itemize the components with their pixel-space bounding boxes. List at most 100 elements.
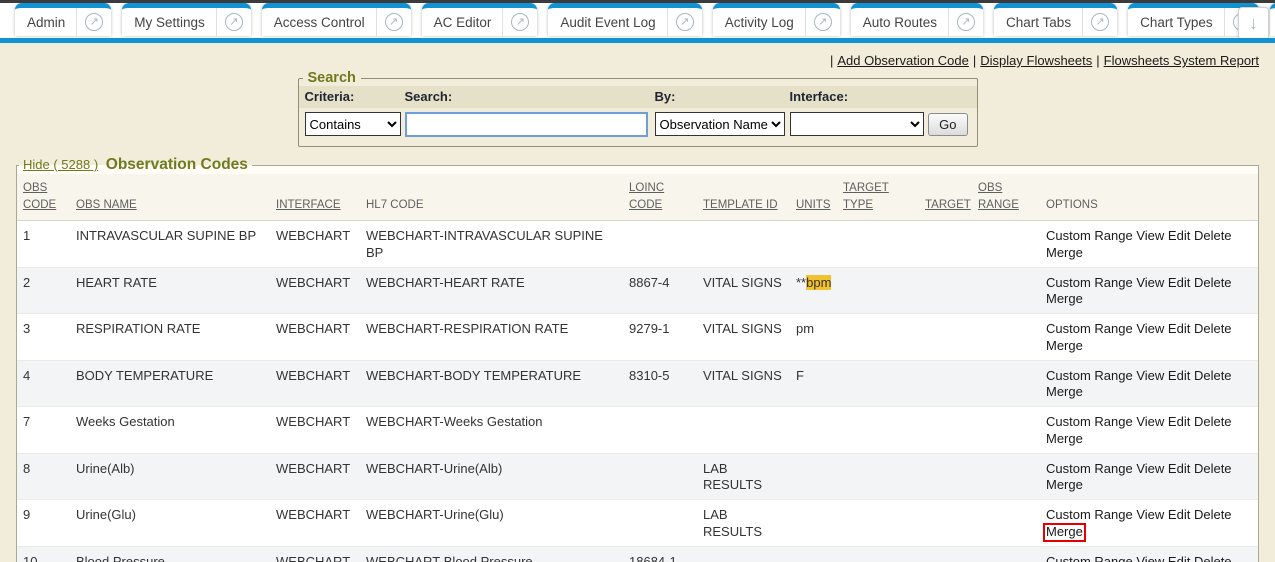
option-merge[interactable]: Merge bbox=[1046, 384, 1083, 399]
tab-activity-log[interactable]: Activity Log↗ bbox=[713, 3, 840, 36]
tab-my-settings[interactable]: My Settings↗ bbox=[122, 3, 251, 36]
external-link-icon[interactable]: ↗ bbox=[385, 13, 403, 31]
option-delete[interactable]: Delete bbox=[1194, 507, 1232, 522]
option-edit[interactable]: Edit bbox=[1168, 414, 1190, 429]
cell-target-type bbox=[837, 314, 919, 361]
observation-codes-legend: Hide ( 5288 ) Observation Codes bbox=[19, 156, 252, 174]
option-edit[interactable]: Edit bbox=[1168, 228, 1190, 243]
option-edit[interactable]: Edit bbox=[1168, 507, 1190, 522]
by-select[interactable]: Observation Name bbox=[655, 112, 785, 136]
link-separator: | bbox=[830, 53, 833, 68]
option-custom-range[interactable]: Custom Range bbox=[1046, 275, 1133, 290]
sort-link[interactable]: OBS NAME bbox=[76, 199, 137, 211]
interface-select[interactable] bbox=[790, 112, 924, 136]
cell-loinc-code: 9279-1 bbox=[623, 314, 697, 361]
cell-target-type bbox=[837, 453, 919, 500]
external-link-icon[interactable]: ↗ bbox=[85, 13, 103, 31]
option-merge[interactable]: Merge bbox=[1046, 338, 1083, 353]
cell-interface: WEBCHART bbox=[270, 221, 360, 268]
option-edit[interactable]: Edit bbox=[1168, 554, 1190, 562]
tab-audit-event-log[interactable]: Audit Event Log ↗ bbox=[548, 3, 701, 36]
tab-chart-tabs[interactable]: Chart Tabs ↗ bbox=[994, 3, 1117, 36]
external-link-icon[interactable]: ↗ bbox=[676, 13, 694, 31]
link-display-flowsheets[interactable]: Display Flowsheets bbox=[980, 53, 1092, 68]
cell-obs-name: INTRAVASCULAR SUPINE BP bbox=[70, 221, 270, 268]
search-highlight: bpm bbox=[806, 275, 831, 290]
option-delete[interactable]: Delete bbox=[1194, 368, 1232, 383]
search-input[interactable] bbox=[405, 112, 648, 137]
cell-units: pm bbox=[790, 314, 837, 361]
option-delete[interactable]: Delete bbox=[1194, 554, 1232, 562]
option-merge[interactable]: Merge bbox=[1046, 431, 1083, 446]
option-custom-range[interactable]: Custom Range bbox=[1046, 461, 1133, 476]
option-custom-range[interactable]: Custom Range bbox=[1046, 321, 1133, 336]
option-custom-range[interactable]: Custom Range bbox=[1046, 507, 1133, 522]
tab-overflow-down-arrow-icon[interactable]: ↓ bbox=[1238, 7, 1269, 38]
tab-colors[interactable]: Colors↗ bbox=[1270, 3, 1275, 36]
cell-options: Custom Range View Edit Delete Merge bbox=[1040, 267, 1258, 314]
cell-template-id bbox=[697, 221, 790, 268]
option-delete[interactable]: Delete bbox=[1194, 275, 1232, 290]
criteria-select[interactable]: Contains bbox=[305, 112, 401, 136]
column-header-obs-range: OBSRANGE bbox=[972, 174, 1040, 221]
option-view[interactable]: View bbox=[1136, 368, 1164, 383]
external-link-icon[interactable]: ↗ bbox=[511, 13, 529, 31]
tab-list: Admin↗ My Settings↗ Access Control↗ AC Edit… bbox=[0, 3, 1275, 38]
cell-obs-name: Urine(Alb) bbox=[70, 453, 270, 500]
option-view[interactable]: View bbox=[1136, 414, 1164, 429]
tab-ac-editor[interactable]: AC Editor ↗ bbox=[422, 3, 538, 36]
tab-label: AC Editor bbox=[434, 15, 492, 30]
tab-label: Chart Tabs bbox=[1006, 15, 1071, 30]
external-link-icon[interactable]: ↗ bbox=[814, 13, 832, 31]
link-flowsheets-system-report[interactable]: Flowsheets System Report bbox=[1104, 53, 1259, 68]
cell-obs-name: BODY TEMPERATURE bbox=[70, 360, 270, 407]
sort-link[interactable]: TEMPLATE ID bbox=[703, 199, 778, 211]
cell-obs-code: 7 bbox=[17, 407, 70, 454]
option-merge-highlighted[interactable]: Merge bbox=[1043, 523, 1086, 542]
option-delete[interactable]: Delete bbox=[1194, 321, 1232, 336]
option-custom-range[interactable]: Custom Range bbox=[1046, 368, 1133, 383]
option-edit[interactable]: Edit bbox=[1168, 368, 1190, 383]
tab-access-control[interactable]: Access Control↗ bbox=[262, 3, 411, 36]
external-link-icon[interactable]: ↗ bbox=[957, 13, 975, 31]
option-view[interactable]: View bbox=[1136, 554, 1164, 562]
cell-interface: WEBCHART bbox=[270, 407, 360, 454]
go-button[interactable]: Go bbox=[928, 113, 967, 136]
option-edit[interactable]: Edit bbox=[1168, 461, 1190, 476]
option-edit[interactable]: Edit bbox=[1168, 275, 1190, 290]
criteria-label: Criteria: bbox=[299, 86, 399, 108]
cell-target bbox=[919, 360, 972, 407]
option-view[interactable]: View bbox=[1136, 228, 1164, 243]
option-view[interactable]: View bbox=[1136, 507, 1164, 522]
sort-link[interactable]: UNITS bbox=[796, 199, 831, 211]
option-delete[interactable]: Delete bbox=[1194, 414, 1232, 429]
option-custom-range[interactable]: Custom Range bbox=[1046, 414, 1133, 429]
sort-link[interactable]: LOINCCODE bbox=[629, 182, 664, 211]
sort-link[interactable]: OBSCODE bbox=[23, 182, 56, 211]
option-delete[interactable]: Delete bbox=[1194, 228, 1232, 243]
option-custom-range[interactable]: Custom Range bbox=[1046, 554, 1133, 562]
tab-label: Audit Event Log bbox=[560, 15, 655, 30]
link-add-observation-code[interactable]: Add Observation Code bbox=[837, 53, 969, 68]
cell-loinc-code bbox=[623, 453, 697, 500]
sort-link[interactable]: TARGET bbox=[925, 199, 971, 211]
option-view[interactable]: View bbox=[1136, 461, 1164, 476]
option-view[interactable]: View bbox=[1136, 321, 1164, 336]
option-merge[interactable]: Merge bbox=[1046, 477, 1083, 492]
tab-divider bbox=[667, 8, 668, 36]
option-edit[interactable]: Edit bbox=[1168, 321, 1190, 336]
option-custom-range[interactable]: Custom Range bbox=[1046, 228, 1133, 243]
external-link-icon[interactable]: ↗ bbox=[225, 13, 243, 31]
cell-interface: WEBCHART bbox=[270, 314, 360, 361]
option-delete[interactable]: Delete bbox=[1194, 461, 1232, 476]
option-merge[interactable]: Merge bbox=[1046, 245, 1083, 260]
option-view[interactable]: View bbox=[1136, 275, 1164, 290]
hide-count-link[interactable]: Hide ( 5288 ) bbox=[23, 157, 98, 172]
sort-link[interactable]: INTERFACE bbox=[276, 199, 341, 211]
sort-link[interactable]: TARGETTYPE bbox=[843, 182, 889, 211]
tab-auto-routes[interactable]: Auto Routes↗ bbox=[851, 3, 983, 36]
tab-admin[interactable]: Admin↗ bbox=[15, 3, 111, 36]
sort-link[interactable]: OBSRANGE bbox=[978, 182, 1019, 211]
external-link-icon[interactable]: ↗ bbox=[1091, 13, 1109, 31]
option-merge[interactable]: Merge bbox=[1046, 291, 1083, 306]
